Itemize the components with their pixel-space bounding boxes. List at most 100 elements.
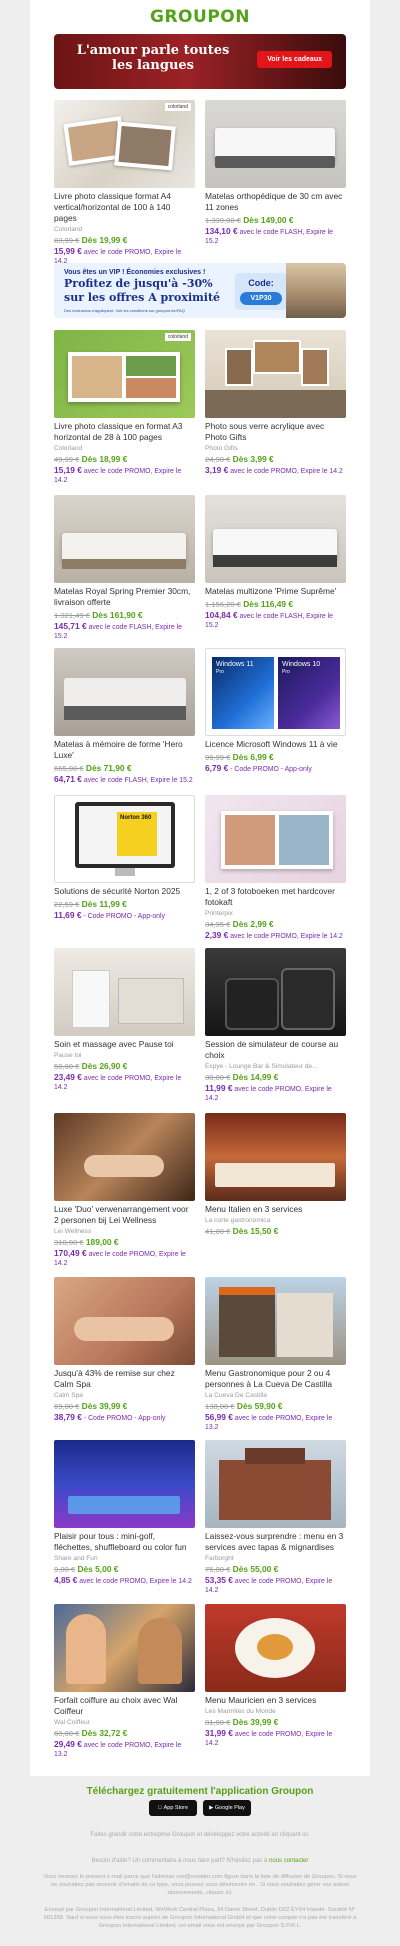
deal-title[interactable]: Soin et massage avec Pause toi [54,1039,195,1050]
vip-banner[interactable]: Vous êtes un VIP ! Économies exclusives … [54,263,346,318]
deal-image[interactable] [205,948,346,1036]
deal-title[interactable]: Matelas orthopédique de 30 cm avec 11 zo… [205,191,346,213]
promo-text: - Code PROMO - App-only [230,766,312,773]
pro-label: Pro [216,669,224,675]
deal-image[interactable] [54,948,195,1036]
deal-title[interactable]: Matelas Royal Spring Premier 30cm, livra… [54,586,195,608]
deal-title[interactable]: Livre photo classique format A4 vertical… [54,191,195,224]
promo-code[interactable]: V1P30 [240,292,282,305]
app-store-button[interactable]:  App Store [149,1800,197,1816]
deal-image[interactable] [54,1604,195,1692]
deal-title[interactable]: Session de simulateur de course au choix [205,1039,346,1061]
deal-card[interactable]: colorland Livre photo classique format A… [54,100,195,266]
promo-price: 2,39 € [205,930,229,940]
old-price: 34,95 € [205,920,231,929]
deal-card[interactable]: 1, 2 of 3 fotoboeken met hardcover fotok… [205,795,346,941]
deal-title[interactable]: Solutions de sécurité Norton 2025 [54,886,195,897]
deal-card[interactable]: Matelas orthopédique de 30 cm avec 11 zo… [205,100,346,246]
old-price: 50,00 € [54,1062,80,1071]
colorland-label: colorland [164,103,191,111]
deal-image[interactable] [205,795,346,883]
gifts-button[interactable]: Voir les cadeaux [257,51,332,68]
deal-card[interactable]: Norton 360 Solutions de sécurité Norton … [54,795,195,921]
deal-card[interactable]: Laissez-vous surprendre : menu en 3 serv… [205,1440,346,1595]
deal-image[interactable] [54,495,195,583]
deal-image[interactable] [205,1604,346,1692]
deal-merchant: Colorland [54,226,83,233]
deal-card[interactable]: colorland Livre photo classique en forma… [54,330,195,485]
deal-card[interactable]: Matelas multizone 'Prime Suprême' 1.156,… [205,495,346,630]
deal-title[interactable]: Jusqu'à 43% de remise sur chez Calm Spa [54,1368,195,1390]
deal-card[interactable]: Plaisir pour tous : mini-golf, fléchette… [54,1440,195,1586]
from-price: Dès 149,00 € [243,215,294,225]
deal-card[interactable]: Menu Gastronomique pour 2 ou 4 personnes… [205,1277,346,1432]
deal-image[interactable]: Norton 360 [54,795,195,883]
old-price: 1.339,00 € [205,216,241,225]
deal-card[interactable]: Session de simulateur de course au choix… [205,948,346,1103]
deal-image[interactable] [54,648,195,736]
deal-image[interactable] [205,330,346,418]
deal-image[interactable] [205,1277,346,1365]
deal-title[interactable]: Plaisir pour tous : mini-golf, fléchette… [54,1531,195,1553]
deal-card[interactable]: Photo sous verre acrylique avec Photo Gi… [205,330,346,476]
deal-card[interactable]: Forfait coiffure au choix avec Wal Coiff… [54,1604,195,1759]
deal-merchant: Expye - Lounge Bar & Simulateur de... [205,1063,318,1070]
deal-title[interactable]: Forfait coiffure au choix avec Wal Coiff… [54,1695,195,1717]
store-badges:  App Store ▶ Google Play [149,1800,251,1816]
promo-price: 4,85 € [54,1575,78,1585]
deal-title[interactable]: 1, 2 of 3 fotoboeken met hardcover fotok… [205,886,346,908]
deal-title[interactable]: Menu Gastronomique pour 2 ou 4 personnes… [205,1368,346,1390]
deal-title[interactable]: Menu Mauricien en 3 services [205,1695,346,1706]
promo-price: 15,99 € [54,246,82,256]
deal-image[interactable]: Windows 11 Pro Windows 10 Pro [205,648,346,736]
groupon-logo[interactable]: GROUPON [0,7,400,27]
old-price: 9,00 € [54,1565,76,1574]
deal-title[interactable]: Matelas à mémoire de forme 'Hero Luxe' [54,739,195,761]
deal-card[interactable]: Matelas Royal Spring Premier 30cm, livra… [54,495,195,641]
from-price: Dès 39,99 € [81,1401,128,1411]
deal-image[interactable] [205,1440,346,1528]
cathedral-image [286,263,346,318]
deal-image[interactable] [54,1440,195,1528]
deal-title[interactable]: Luxe 'Duo' verwenarrangement voor 2 pers… [54,1204,195,1226]
deal-card[interactable]: Menu Italien en 3 services La corte gast… [205,1113,346,1238]
promo-price: 23,49 € [54,1072,82,1082]
deal-card[interactable]: Windows 11 Pro Windows 10 Pro Licence Micr… [205,648,346,774]
promo-price: 29,49 € [54,1739,82,1749]
promo-price: 56,99 € [205,1412,233,1422]
help-prefix: Besoin d'aide? Un commentaire à nous fai… [91,1858,268,1864]
from-price: Dès 59,90 € [236,1401,283,1411]
google-play-button[interactable]: ▶ Google Play [203,1800,251,1816]
deal-image[interactable]: colorland [54,330,195,418]
old-price: 1.321,49 € [54,611,90,620]
old-price: 24,90 € [205,455,231,464]
app-store-label: App Store [160,1805,188,1811]
from-price: Dès 19,99 € [81,235,128,245]
deal-merchant: Lei Wellness [54,1228,92,1235]
deal-title[interactable]: Photo sous verre acrylique avec Photo Gi… [205,421,346,443]
deal-image[interactable] [54,1277,195,1365]
promo-price: 11,69 € [54,910,82,920]
deal-image[interactable] [54,1113,195,1201]
deal-card[interactable]: Jusqu'à 43% de remise sur chez Calm Spa … [54,1277,195,1423]
promo-price: 104,84 € [205,610,238,620]
deal-title[interactable]: Laissez-vous surprendre : menu en 3 serv… [205,1531,346,1553]
valentine-banner[interactable]: L'amour parle toutes les langues Voir le… [54,34,346,89]
deal-merchant: La Cueva De Castilla [205,1392,267,1399]
deal-image[interactable]: colorland [54,100,195,188]
deal-title[interactable]: Matelas multizone 'Prime Suprême' [205,586,346,597]
deal-image[interactable] [205,1113,346,1201]
promo-price: 11,99 € [205,1083,233,1093]
deal-title[interactable]: Livre photo classique en format A3 horiz… [54,421,195,443]
deal-card[interactable]: Matelas à mémoire de forme 'Hero Luxe' 6… [54,648,195,785]
vip-line3: sur les offres A proximité [64,291,221,304]
deal-image[interactable] [205,100,346,188]
deal-image[interactable] [205,495,346,583]
deal-title[interactable]: Licence Microsoft Windows 11 à vie [205,739,346,750]
deal-title[interactable]: Menu Italien en 3 services [205,1204,346,1215]
from-price: Dès 14,99 € [232,1072,279,1082]
deal-card[interactable]: Luxe 'Duo' verwenarrangement voor 2 pers… [54,1113,195,1268]
deal-card[interactable]: Menu Mauricien en 3 services Les Marmite… [205,1604,346,1748]
contact-link[interactable]: nous contacter [269,1858,308,1864]
deal-card[interactable]: Soin et massage avec Pause toi Pause toi… [54,948,195,1092]
